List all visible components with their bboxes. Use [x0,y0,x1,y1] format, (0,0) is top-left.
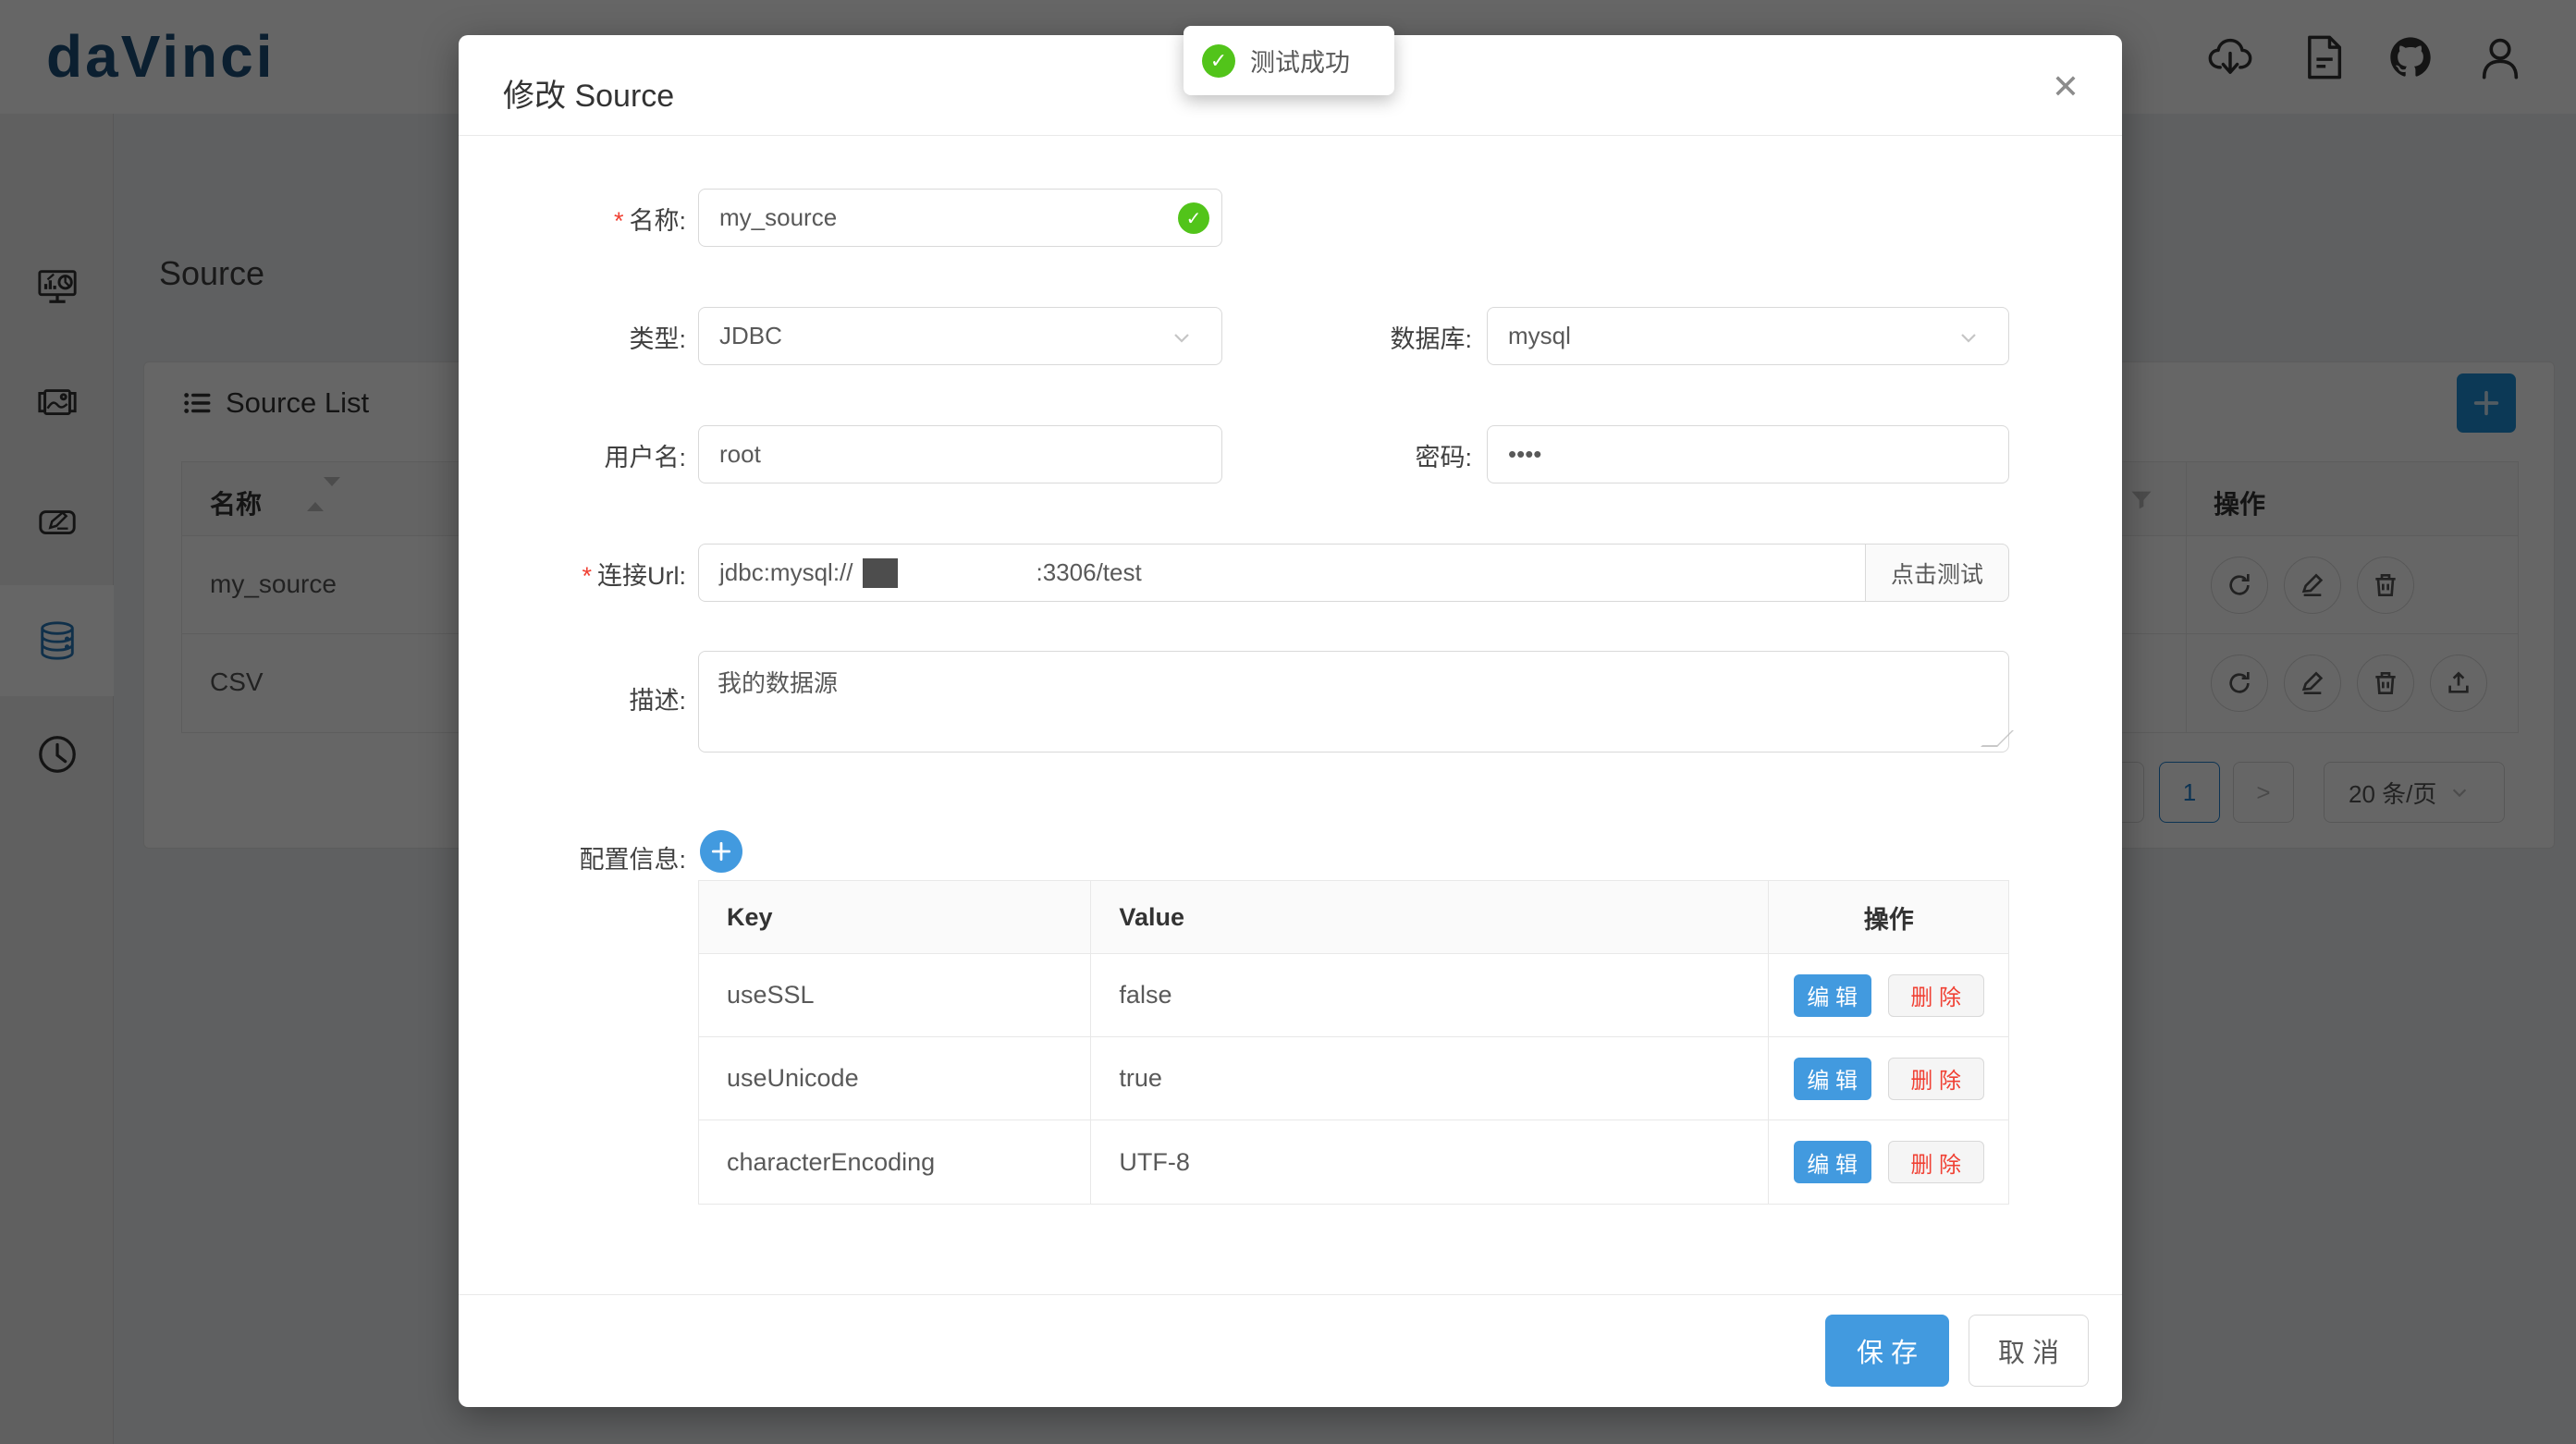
config-row: useSSL false 编 辑 删 除 [699,954,2008,1037]
url-prefix: jdbc:mysql:// [719,558,853,587]
close-icon[interactable]: ✕ [2042,63,2090,111]
config-row: useUnicode true 编 辑 删 除 [699,1037,2008,1120]
toast-success: ✓ 测试成功 [1184,26,1394,95]
redacted-host-block [863,558,898,588]
name-label: *名称: [446,201,686,237]
config-label: 配置信息: [446,839,686,875]
description-label: 描述: [446,680,686,716]
valid-check-icon: ✓ [1178,202,1209,234]
url-input-group: jdbc:mysql:// :3306/test 点击测试 [698,544,2009,602]
config-key: useSSL [699,954,1091,1036]
config-key: useUnicode [699,1037,1091,1120]
test-connection-button[interactable]: 点击测试 [1865,544,2009,602]
success-check-icon: ✓ [1202,44,1235,78]
database-label: 数据库: [1232,319,1472,355]
config-table-header: Key Value 操作 [699,881,2008,954]
config-edit-button[interactable]: 编 辑 [1794,1058,1871,1100]
config-delete-button[interactable]: 删 除 [1888,1141,1984,1183]
required-mark: * [614,207,624,235]
type-value: JDBC [719,322,782,350]
config-col-value: Value [1091,881,1769,953]
url-suffix: :3306/test [1037,558,1142,587]
plus-icon [709,839,733,863]
database-value: mysql [1508,322,1571,350]
config-col-action: 操作 [1769,881,2008,953]
config-value: false [1091,954,1769,1036]
add-config-button[interactable] [700,830,742,873]
config-key: characterEncoding [699,1120,1091,1204]
modal-title: 修改 Source [503,70,674,116]
edit-source-modal: 修改 Source ✕ *名称: ✓ 类型: JDBC 数据库: mysql 用… [459,35,2122,1407]
description-textarea[interactable]: 我的数据源 [698,651,2009,753]
config-edit-button[interactable]: 编 辑 [1794,974,1871,1017]
name-input[interactable] [698,189,1222,247]
cancel-button[interactable]: 取 消 [1969,1315,2089,1387]
url-input[interactable]: jdbc:mysql:// :3306/test [698,544,1865,602]
toast-message: 测试成功 [1250,43,1350,79]
username-label: 用户名: [446,437,686,473]
password-input[interactable] [1487,425,2009,483]
url-label: *连接Url: [446,556,686,592]
config-row: characterEncoding UTF-8 编 辑 删 除 [699,1120,2008,1204]
username-input[interactable] [698,425,1222,483]
config-value: UTF-8 [1091,1120,1769,1204]
config-delete-button[interactable]: 删 除 [1888,974,1984,1017]
type-label: 类型: [446,319,686,355]
password-label: 密码: [1232,437,1472,473]
config-table: Key Value 操作 useSSL false 编 辑 删 除 useUni… [698,880,2009,1205]
required-mark: * [582,562,592,590]
type-select[interactable]: JDBC [698,307,1222,365]
config-edit-button[interactable]: 编 辑 [1794,1141,1871,1183]
database-select[interactable]: mysql [1487,307,2009,365]
config-delete-button[interactable]: 删 除 [1888,1058,1984,1100]
save-button[interactable]: 保 存 [1825,1315,1949,1387]
config-value: true [1091,1037,1769,1120]
config-col-key: Key [699,881,1091,953]
